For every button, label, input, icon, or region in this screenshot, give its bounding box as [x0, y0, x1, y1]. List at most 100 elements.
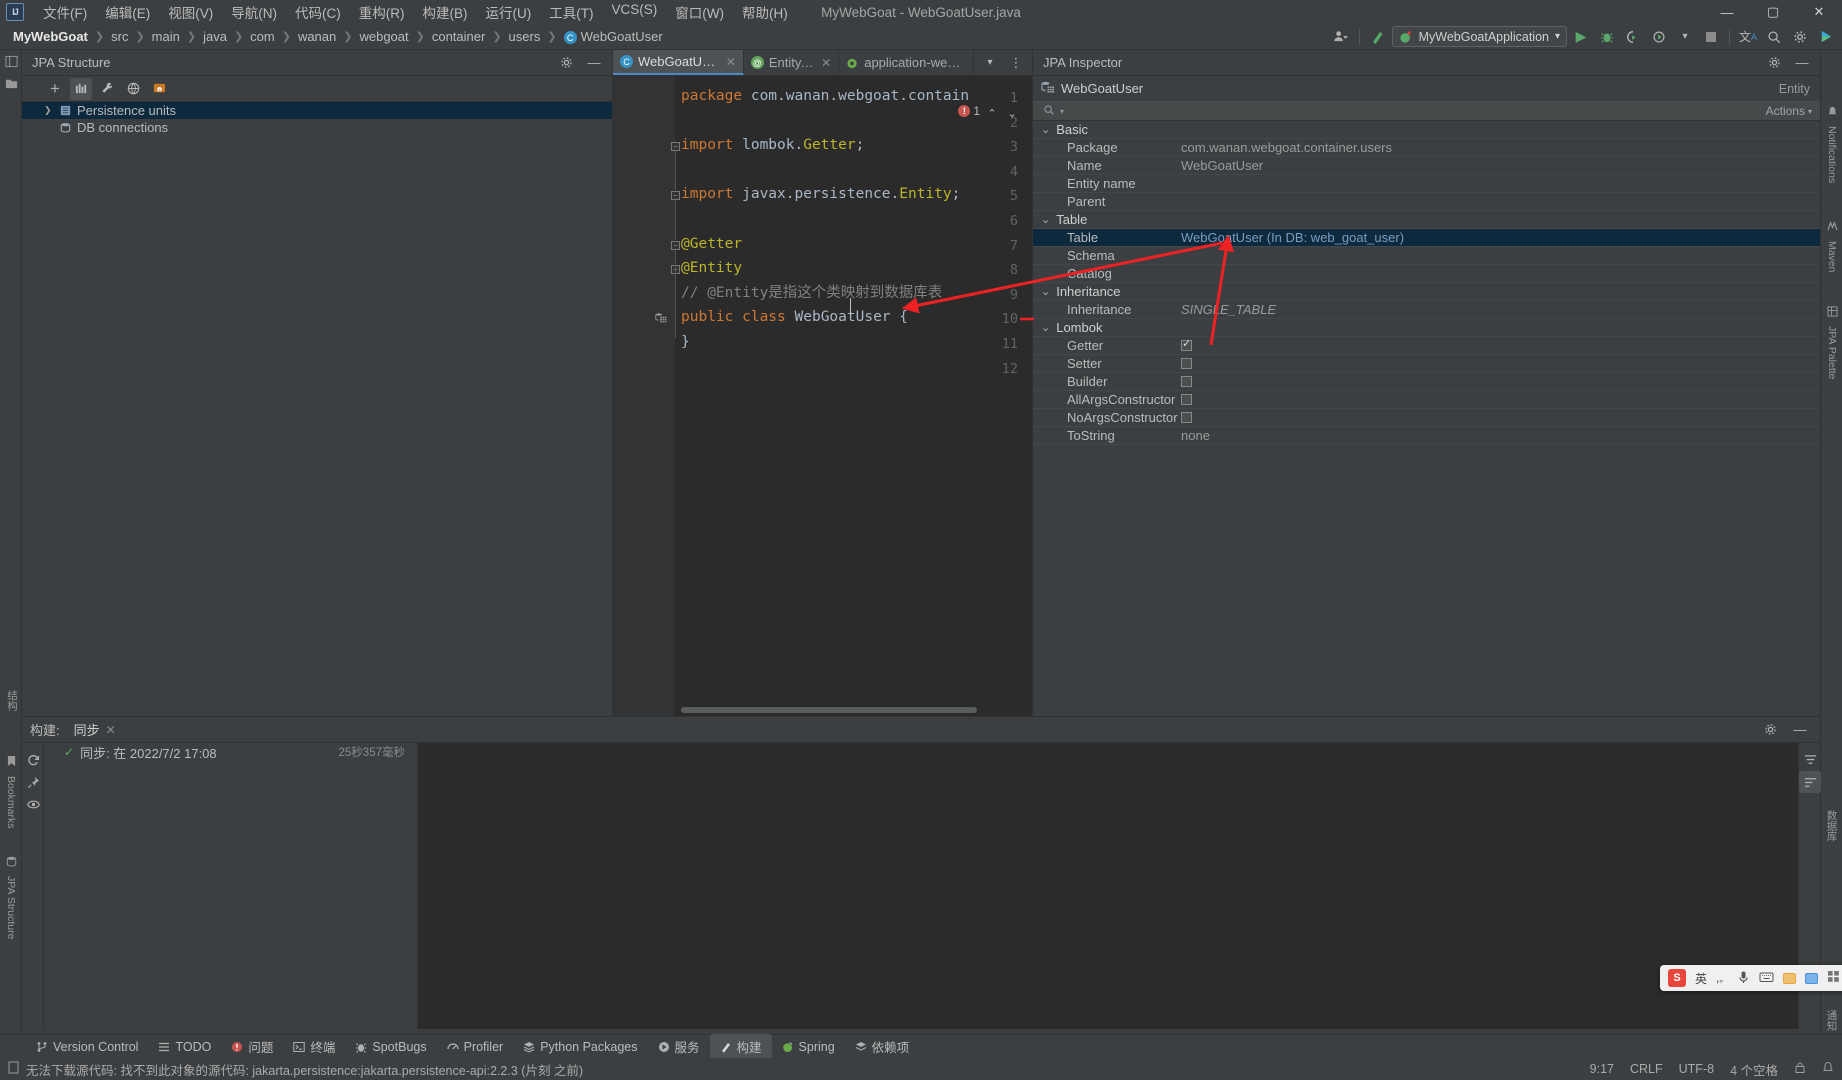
inspector-group-inheritance[interactable]: ⌄ Inheritance — [1033, 283, 1820, 301]
inspector-property-row[interactable]: Inheritance SINGLE_TABLE — [1033, 301, 1820, 319]
ime-clipboard-yellow-icon[interactable] — [1783, 972, 1797, 984]
rail-label-notifications[interactable]: Notifications — [1826, 126, 1838, 183]
settings-gear-icon[interactable] — [1788, 26, 1812, 48]
toolwindow-构建[interactable]: 构建 — [709, 1034, 772, 1059]
db-console-icon[interactable]: $ — [148, 78, 170, 100]
build-sync-tab[interactable]: 同步 ✕ — [68, 718, 122, 741]
inspector-actions-button[interactable]: Actions ▾ — [1766, 104, 1820, 118]
toolwindow-spotbugs[interactable]: SpotBugs — [345, 1037, 436, 1057]
inspector-property-row[interactable]: Builder — [1033, 373, 1820, 391]
rail-label-jpa-palette[interactable]: JPA Palette — [1826, 326, 1838, 380]
inspector-checkbox[interactable] — [1181, 337, 1192, 351]
inspector-group-basic[interactable]: ⌄ Basic — [1033, 121, 1820, 139]
globe-icon[interactable] — [122, 78, 144, 100]
show-build-output-icon[interactable] — [22, 793, 44, 815]
toolwindow-profiler[interactable]: Profiler — [437, 1037, 514, 1057]
status-message-area[interactable]: 无法下载源代码: 找不到此对象的源代码: jakarta.persistence… — [8, 1060, 583, 1079]
build-filter-icon[interactable] — [1799, 749, 1821, 771]
indent-setting[interactable]: 4 个空格 — [1730, 1060, 1778, 1079]
menu-item-1[interactable]: 编辑(E) — [96, 0, 159, 25]
inspector-search-input[interactable] — [1069, 104, 1761, 118]
inspector-property-row[interactable]: Getter — [1033, 337, 1820, 355]
inspector-checkbox[interactable] — [1181, 394, 1192, 405]
editor-tab-close-icon[interactable]: ✕ — [726, 55, 736, 69]
tab-list-caret-icon[interactable]: ▾ — [978, 52, 1002, 74]
editor-error-indicator[interactable]: ! 1 — [958, 104, 980, 118]
inspector-property-row[interactable]: ToString none — [1033, 427, 1820, 445]
menu-item-10[interactable]: 窗口(W) — [666, 0, 733, 25]
search-everywhere-icon[interactable] — [1762, 26, 1786, 48]
ime-grid-icon[interactable] — [1827, 970, 1840, 986]
menu-item-3[interactable]: 导航(N) — [222, 0, 286, 25]
toolwindow-问题[interactable]: 问题 — [221, 1034, 283, 1059]
chevron-down-icon[interactable]: ⌄ — [1041, 321, 1050, 334]
rail-label-bookmarks[interactable]: Bookmarks — [5, 776, 17, 829]
chevron-right-icon[interactable]: ❯ — [44, 105, 54, 116]
ime-punctuation-icon[interactable]: ,。 — [1716, 971, 1728, 985]
menu-item-8[interactable]: 工具(T) — [540, 0, 602, 25]
jpa-inspector-settings-icon[interactable] — [1762, 52, 1786, 74]
menu-item-0[interactable]: 文件(F) — [34, 0, 96, 25]
code-editor[interactable]: 123456789101112 −−−− package com.wanan.w… — [613, 76, 1032, 716]
inspector-property-row[interactable]: Schema — [1033, 247, 1820, 265]
inspector-property-value[interactable]: WebGoatUser (In DB: web_goat_user) — [1181, 230, 1404, 245]
db-table-icon[interactable] — [655, 312, 667, 327]
inspector-checkbox[interactable] — [1181, 358, 1192, 369]
menu-item-11[interactable]: 帮助(H) — [733, 0, 797, 25]
toolwindow-spring[interactable]: Spring — [772, 1037, 845, 1057]
next-problem-icon[interactable]: ⌄ — [1000, 102, 1024, 124]
inspector-property-row[interactable]: Package com.wanan.webgoat.container.users — [1033, 139, 1820, 157]
editor-gutter[interactable] — [613, 76, 675, 716]
breadcrumb-item-users[interactable]: users — [506, 28, 544, 45]
ime-mode-label[interactable]: 英 — [1695, 970, 1707, 987]
run-configuration-selector[interactable]: MyWebGoatApplication ▾ — [1391, 26, 1567, 47]
jpa-tree-row[interactable]: ❯ Persistence units — [22, 102, 612, 119]
sogou-logo-icon[interactable]: S — [1668, 969, 1686, 987]
ime-clipboard-blue-icon[interactable] — [1805, 972, 1819, 984]
tab-more-options-icon[interactable]: ⋮ — [1004, 52, 1028, 74]
caret-position[interactable]: 9:17 — [1590, 1062, 1614, 1076]
inspector-property-row[interactable]: NoArgsConstructor — [1033, 409, 1820, 427]
add-icon[interactable]: + — [44, 78, 66, 100]
rail-label-maven[interactable]: Maven — [1826, 241, 1838, 273]
more-run-options-caret-icon[interactable]: ▾ — [1673, 26, 1697, 48]
jpa-tree-row[interactable]: DB connections — [22, 119, 612, 136]
menu-item-7[interactable]: 运行(U) — [477, 0, 541, 25]
menu-item-2[interactable]: 视图(V) — [159, 0, 222, 25]
build-event-row[interactable]: ✓ 同步: 在 2022/7/2 17:08 25秒357毫秒 — [44, 743, 417, 761]
build-hammer-icon[interactable] — [1366, 26, 1390, 48]
jpa-inspector-hide-icon[interactable]: — — [1790, 52, 1814, 74]
menu-item-9[interactable]: VCS(S) — [603, 0, 667, 25]
rail-label-structure[interactable]: 结构 — [5, 690, 20, 711]
build-sync-tab-close-icon[interactable]: ✕ — [106, 723, 116, 737]
ide-plugin-icon[interactable] — [1814, 26, 1838, 48]
close-button[interactable]: ✕ — [1796, 0, 1842, 24]
translate-icon[interactable]: 文A — [1736, 26, 1760, 48]
editor-tab-1[interactable]: @ Entity.class ✕ — [744, 50, 840, 75]
wrench-icon[interactable] — [96, 78, 118, 100]
build-panel-hide-icon[interactable]: — — [1788, 719, 1812, 741]
jpa-structure-settings-icon[interactable] — [554, 52, 578, 74]
inspector-checkbox[interactable] — [1181, 376, 1192, 387]
rail-label-database[interactable]: 数据库 — [1825, 810, 1840, 842]
ime-keyboard-icon[interactable] — [1759, 971, 1774, 986]
line-separator[interactable]: CRLF — [1630, 1062, 1663, 1076]
run-button[interactable]: ▶ — [1569, 26, 1593, 48]
menu-item-5[interactable]: 重构(R) — [350, 0, 414, 25]
breadcrumb-item-webgoatuser[interactable]: C WebGoatUser — [561, 28, 666, 45]
toolwindow-依赖项[interactable]: 依赖项 — [845, 1034, 920, 1059]
profile-button[interactable] — [1647, 26, 1671, 48]
build-panel-settings-icon[interactable] — [1758, 719, 1782, 741]
inspector-property-row[interactable]: AllArgsConstructor — [1033, 391, 1820, 409]
toolwindow-服务[interactable]: 服务 — [648, 1034, 710, 1059]
toolwindow-todo[interactable]: TODO — [148, 1037, 221, 1057]
breadcrumb-item-webgoat[interactable]: webgoat — [356, 28, 411, 45]
bookmarks-folder-icon[interactable] — [0, 72, 22, 94]
run-config-caret-icon[interactable]: ▾ — [1555, 31, 1560, 42]
pin-icon[interactable] — [22, 771, 44, 793]
rail-label-notifications-cn[interactable]: 通知 — [1825, 1010, 1840, 1031]
menu-item-6[interactable]: 构建(B) — [414, 0, 477, 25]
toolwindow-终端[interactable]: 终端 — [283, 1034, 345, 1059]
editor-tab-close-icon[interactable]: ✕ — [821, 56, 831, 70]
build-events-tree[interactable]: ✓ 同步: 在 2022/7/2 17:08 25秒357毫秒 — [44, 743, 418, 1029]
